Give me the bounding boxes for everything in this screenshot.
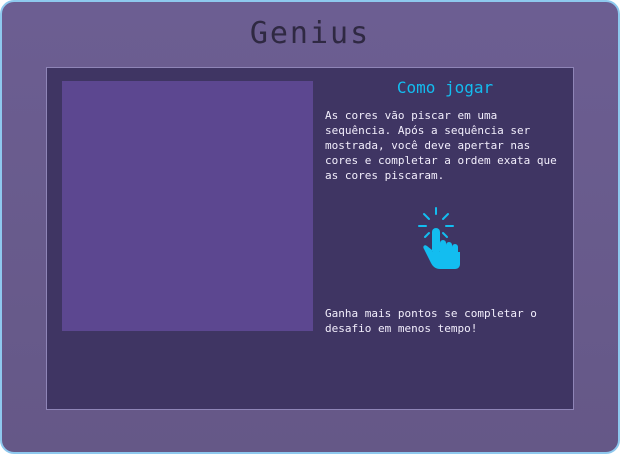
bonus-text: Ganha mais pontos se completar o desafio…	[325, 307, 537, 335]
instructions-section: Como jogar As cores vão piscar em uma se…	[325, 77, 565, 183]
game-title: Genius	[249, 16, 371, 51]
instructions-text: As cores vão piscar em uma sequência. Ap…	[325, 109, 557, 182]
tap-hand-icon	[418, 207, 460, 269]
game-window: Genius Como jogar As cores vão piscar em…	[0, 0, 620, 454]
game-board[interactable]	[62, 81, 313, 331]
game-panel: Como jogar As cores vão piscar em uma se…	[46, 67, 574, 410]
instructions-heading: Como jogar	[396, 78, 494, 97]
